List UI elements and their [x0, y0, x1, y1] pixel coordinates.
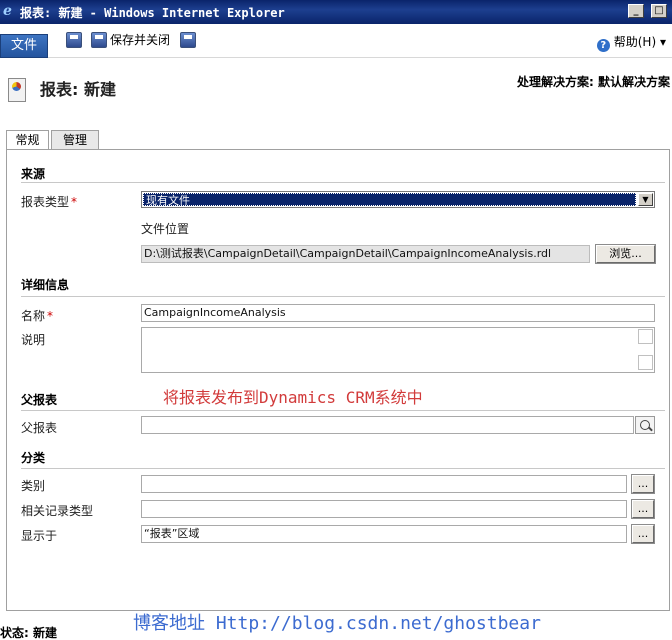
status-text: 状态: 新建 [0, 626, 57, 640]
section-divider [21, 182, 665, 183]
category-field[interactable] [141, 475, 627, 493]
category-label: 类别 [21, 479, 46, 493]
section-title-parent: 父报表 [21, 393, 58, 407]
report-type-value: 现有文件 [143, 193, 636, 206]
scroll-down-button[interactable] [638, 355, 653, 370]
display-ellipsis-button[interactable]: ... [631, 524, 655, 544]
description-textarea[interactable] [141, 327, 655, 373]
dropdown-arrow-icon[interactable]: ▼ [638, 193, 653, 206]
related-record-types-label: 相关记录类型 [21, 504, 94, 518]
file-location-label: 文件位置 [141, 222, 190, 236]
toolbar: 文件 保存并关闭 ? 帮助(H) ▾ [0, 24, 672, 58]
required-marker: * [71, 195, 78, 209]
file-path-field[interactable]: D:\测试报表\CampaignDetail\CampaignDetail\Ca… [141, 245, 590, 263]
browse-button[interactable]: 浏览... [595, 244, 656, 264]
maximize-button[interactable]: □ [651, 4, 667, 18]
section-title-source: 来源 [21, 167, 46, 181]
chevron-down-icon: ▾ [659, 35, 666, 49]
section-divider [21, 468, 665, 469]
annotation-caption: 将报表发布到Dynamics CRM系统中 [163, 388, 423, 407]
description-label: 说明 [21, 333, 46, 347]
file-menu-button[interactable]: 文件 [0, 34, 48, 58]
report-type-label: 报表类型 * [21, 195, 78, 209]
name-field[interactable]: CampaignIncomeAnalysis [141, 304, 655, 322]
window-title-bar: e 报表: 新建 - Windows Internet Explorer _ □ [0, 0, 672, 24]
form-header: 报表: 新建 处理解决方案: 默认解决方案 [0, 58, 672, 130]
window-title: 报表: 新建 - Windows Internet Explorer [20, 6, 285, 20]
related-ellipsis-button[interactable]: ... [631, 499, 655, 519]
save-and-close-button[interactable]: 保存并关闭 [110, 31, 170, 48]
lookup-icon[interactable] [635, 416, 655, 434]
parent-report-label: 父报表 [21, 421, 58, 435]
report-type-select[interactable]: 现有文件 ▼ [141, 191, 655, 208]
section-divider [21, 296, 665, 297]
blog-watermark: 博客地址 Http://blog.csdn.net/ghostbear [133, 613, 541, 634]
solution-label: 处理解决方案: 默认解决方案 [517, 75, 670, 89]
display-in-field[interactable]: “报表”区域 [141, 525, 627, 543]
internet-explorer-icon: e [3, 3, 12, 19]
save-and-close-icon[interactable] [91, 32, 107, 48]
section-divider [21, 410, 665, 411]
report-entity-icon [8, 78, 26, 102]
help-label: 帮助(H) [613, 35, 657, 49]
section-title-details: 详细信息 [21, 278, 70, 292]
form-panel: 来源 报表类型 * 现有文件 ▼ 文件位置 D:\测试报表\CampaignDet… [6, 149, 670, 611]
save-and-new-icon[interactable] [180, 32, 196, 48]
tab-administration[interactable]: 管理 [51, 130, 99, 150]
tab-general[interactable]: 常规 [6, 130, 49, 151]
category-ellipsis-button[interactable]: ... [631, 474, 655, 494]
page-title: 报表: 新建 [40, 80, 116, 99]
related-record-types-field[interactable] [141, 500, 627, 518]
help-menu[interactable]: ? 帮助(H) ▾ [596, 33, 666, 52]
help-icon: ? [596, 39, 610, 52]
scroll-up-button[interactable] [638, 329, 653, 344]
display-in-label: 显示于 [21, 529, 58, 543]
minimize-button[interactable]: _ [628, 4, 644, 18]
name-label: 名称 * [21, 309, 54, 323]
required-marker: * [47, 309, 54, 323]
parent-report-field[interactable] [141, 416, 634, 434]
save-icon[interactable] [66, 32, 82, 48]
section-title-category: 分类 [21, 451, 46, 465]
